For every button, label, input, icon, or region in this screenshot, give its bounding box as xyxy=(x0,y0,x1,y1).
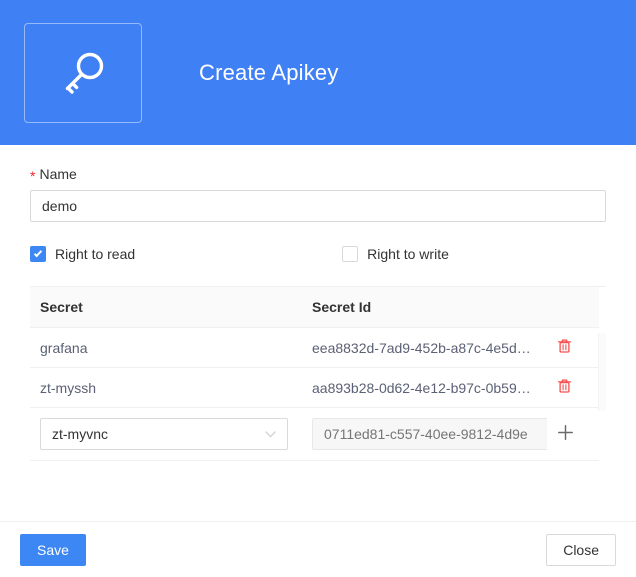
secret-table-body: grafana eea8832d-7ad9-452b-a87c-4e5d… zt… xyxy=(30,327,599,461)
checkbox-write-label: Right to write xyxy=(367,246,449,262)
save-button[interactable]: Save xyxy=(20,533,86,566)
checkbox-read-label: Right to read xyxy=(55,246,136,262)
plus-icon[interactable] xyxy=(557,424,574,441)
secret-select[interactable]: zt-myvnc xyxy=(40,418,288,450)
cell-secret-id: aa893b28-0d62-4e12-b97c-0b59… xyxy=(302,367,547,408)
chevron-down-icon[interactable] xyxy=(265,430,276,438)
modal-header: Create Apikey xyxy=(0,0,636,145)
key-icon xyxy=(57,47,109,99)
secret-select-value: zt-myvnc xyxy=(52,426,108,442)
trash-icon[interactable] xyxy=(557,338,572,354)
name-label-text: Name xyxy=(39,166,77,182)
required-asterisk: * xyxy=(30,168,36,184)
permissions-row: Right to read Right to write xyxy=(30,244,606,264)
cell-secret-id: eea8832d-7ad9-452b-a87c-4e5d… xyxy=(302,327,547,368)
trash-icon[interactable] xyxy=(557,378,572,394)
modal-footer: Save Close xyxy=(0,521,636,577)
cell-secret-id-input xyxy=(302,407,547,461)
column-header-secret-id: Secret Id xyxy=(302,287,547,328)
table-row: grafana eea8832d-7ad9-452b-a87c-4e5d… xyxy=(30,327,599,368)
checkbox-write-box[interactable] xyxy=(342,246,359,262)
close-button[interactable]: Close xyxy=(546,533,616,566)
modal-body: * Name Right to read Right to write Secr… xyxy=(0,145,636,461)
checkbox-right-to-read[interactable]: Right to read xyxy=(30,246,135,262)
table-row: zt-myssh aa893b28-0d62-4e12-b97c-0b59… xyxy=(30,367,599,408)
secret-editor-row: zt-myvnc xyxy=(30,407,599,461)
name-input[interactable] xyxy=(30,190,606,222)
secret-table: Secret Secret Id grafana eea8832d-7ad9-4… xyxy=(30,287,599,461)
cell-add-action xyxy=(547,407,599,461)
cell-action xyxy=(547,367,599,408)
checkbox-read-box[interactable] xyxy=(30,246,46,262)
cell-action xyxy=(547,327,599,368)
column-header-secret: Secret xyxy=(30,287,302,328)
page-title: Create Apikey xyxy=(199,59,339,85)
secret-table-head: Secret Secret Id xyxy=(30,287,599,328)
cell-secret-select: zt-myvnc xyxy=(30,407,302,461)
secret-table-wrapper: Secret Secret Id grafana eea8832d-7ad9-4… xyxy=(30,286,606,461)
cell-secret-name: grafana xyxy=(30,327,302,368)
name-field-label: * Name xyxy=(30,166,606,184)
checkbox-right-to-write[interactable]: Right to write xyxy=(342,246,449,262)
column-header-action xyxy=(547,287,599,328)
table-header-row: Secret Secret Id xyxy=(30,287,599,328)
cell-secret-name: zt-myssh xyxy=(30,367,302,408)
secret-id-input[interactable] xyxy=(312,418,547,450)
table-scrollbar[interactable] xyxy=(598,333,606,411)
apikey-icon-box xyxy=(24,22,142,123)
